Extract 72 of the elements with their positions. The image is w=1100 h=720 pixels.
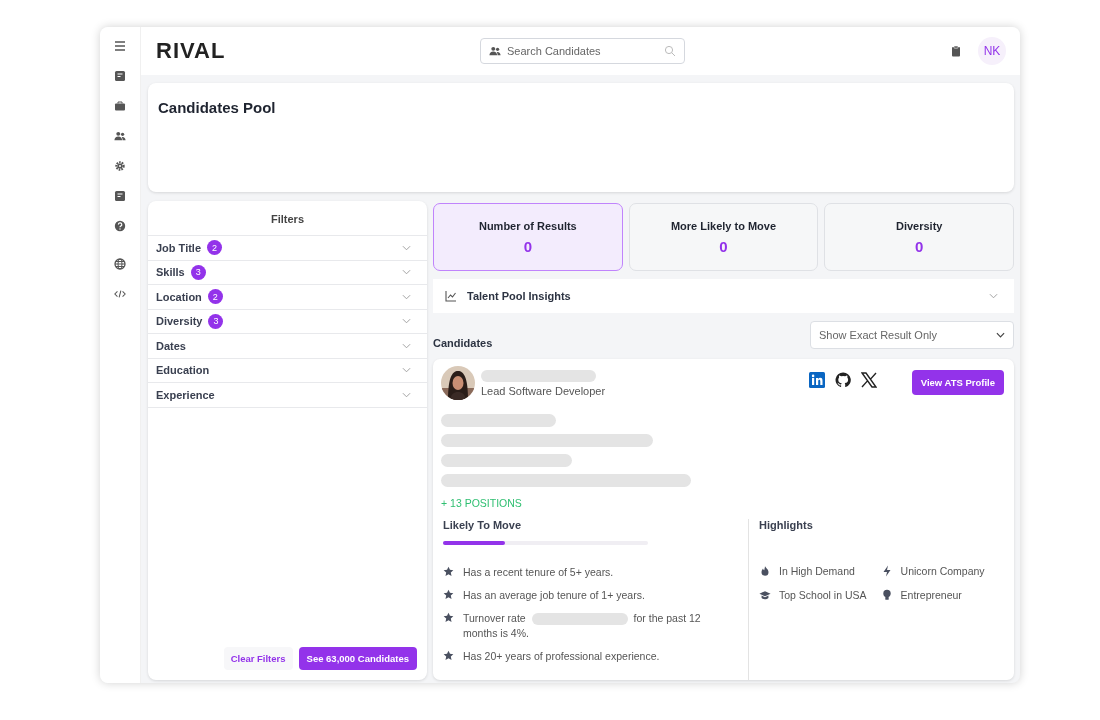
- page-title: Candidates Pool: [158, 99, 277, 116]
- count-badge: 2: [207, 289, 223, 305]
- star-icon: [443, 566, 454, 577]
- people-icon[interactable]: [114, 130, 126, 142]
- github-icon[interactable]: [834, 372, 851, 388]
- count-badge: 2: [207, 240, 223, 256]
- filter-item[interactable]: Education: [148, 357, 427, 382]
- lightbulb-icon: [880, 589, 893, 601]
- help-icon[interactable]: [114, 220, 126, 232]
- flame-icon: [759, 565, 771, 577]
- stat-card[interactable]: More Likely to Move 0: [628, 203, 819, 271]
- candidate-role: Lead Software Developer: [481, 385, 606, 397]
- clipboard-icon[interactable]: [950, 45, 962, 57]
- highlight-label: Entrepreneur: [900, 589, 962, 601]
- document-icon[interactable]: [114, 190, 126, 202]
- chevron-icon: [402, 293, 411, 300]
- stat-label: Number of Results: [478, 219, 577, 232]
- reason-text: Has an average job tenure of 1+ years.: [463, 588, 646, 603]
- section-title: Candidates: [433, 337, 493, 349]
- highlight-label: Top School in USA: [779, 589, 867, 601]
- clear-filters-button[interactable]: Clear Filters: [223, 647, 293, 670]
- count-badge: 3: [190, 264, 206, 280]
- x-logo-icon[interactable]: [860, 372, 877, 388]
- chevron-icon: [402, 318, 411, 325]
- search-field[interactable]: Search Candidates: [480, 38, 685, 64]
- stat-value: 0: [719, 237, 728, 255]
- code-icon[interactable]: [114, 288, 126, 300]
- filter-item[interactable]: Dates: [148, 333, 427, 358]
- stat-value: 0: [915, 237, 924, 255]
- insights-bar[interactable]: Talent Pool Insights: [433, 279, 1014, 313]
- chevron-icon: [402, 342, 411, 349]
- settings-icon[interactable]: [114, 160, 126, 172]
- star-icon: [443, 589, 454, 600]
- stat-label: More Likely to Move: [670, 219, 777, 232]
- count-badge: 3: [208, 313, 224, 329]
- chevron-icon: [996, 332, 1005, 338]
- linkedin-icon[interactable]: [808, 372, 825, 388]
- chevron-icon: [402, 269, 411, 276]
- briefcase-icon[interactable]: [114, 100, 126, 112]
- reason-text: Turnover rate for the past 12 months is 4%.: [463, 611, 702, 641]
- graduation-cap-icon: [759, 589, 771, 601]
- chevron-icon: [402, 391, 411, 398]
- document-icon[interactable]: [114, 70, 126, 82]
- filter-item[interactable]: Job Title 2: [148, 235, 427, 260]
- star-icon: [443, 650, 454, 661]
- chevron-icon: [402, 244, 411, 251]
- star-icon: [443, 612, 454, 623]
- filter-item[interactable]: Location 2: [148, 284, 427, 309]
- view-profile-button[interactable]: View ATS Profile: [911, 370, 1004, 395]
- reason-text: Has 20+ years of professional experience.: [463, 649, 661, 664]
- highlight-label: In High Demand: [779, 565, 855, 577]
- stat-value: 0: [523, 237, 532, 255]
- logo: RIVAL: [156, 38, 227, 64]
- filter-item[interactable]: Experience: [148, 382, 427, 407]
- result-filter-select[interactable]: Show Exact Result Only: [810, 321, 1014, 349]
- chevron-icon: [402, 367, 411, 374]
- menu-icon[interactable]: [114, 40, 126, 52]
- stat-card[interactable]: Diversity 0: [824, 203, 1014, 271]
- see-candidates-button[interactable]: See 63,000 Candidates: [298, 647, 417, 670]
- highlight-label: Unicorn Company: [900, 565, 985, 577]
- chevron-icon: [989, 293, 998, 299]
- user-avatar[interactable]: NK: [978, 37, 1006, 65]
- globe-icon[interactable]: [114, 258, 126, 270]
- filters-title: Filters: [270, 212, 305, 227]
- filter-item[interactable]: Diversity 3: [148, 308, 427, 333]
- stat-label: Diversity: [895, 219, 943, 232]
- highlights-title: Highlights: [759, 519, 814, 531]
- line-chart-icon: [445, 290, 457, 302]
- likely-to-move-title: Likely To Move: [443, 519, 523, 531]
- stat-card[interactable]: Number of Results 0: [433, 203, 623, 271]
- reason-text: Has a recent tenure of 5+ years.: [463, 565, 615, 580]
- filter-item[interactable]: Skills 3: [148, 259, 427, 284]
